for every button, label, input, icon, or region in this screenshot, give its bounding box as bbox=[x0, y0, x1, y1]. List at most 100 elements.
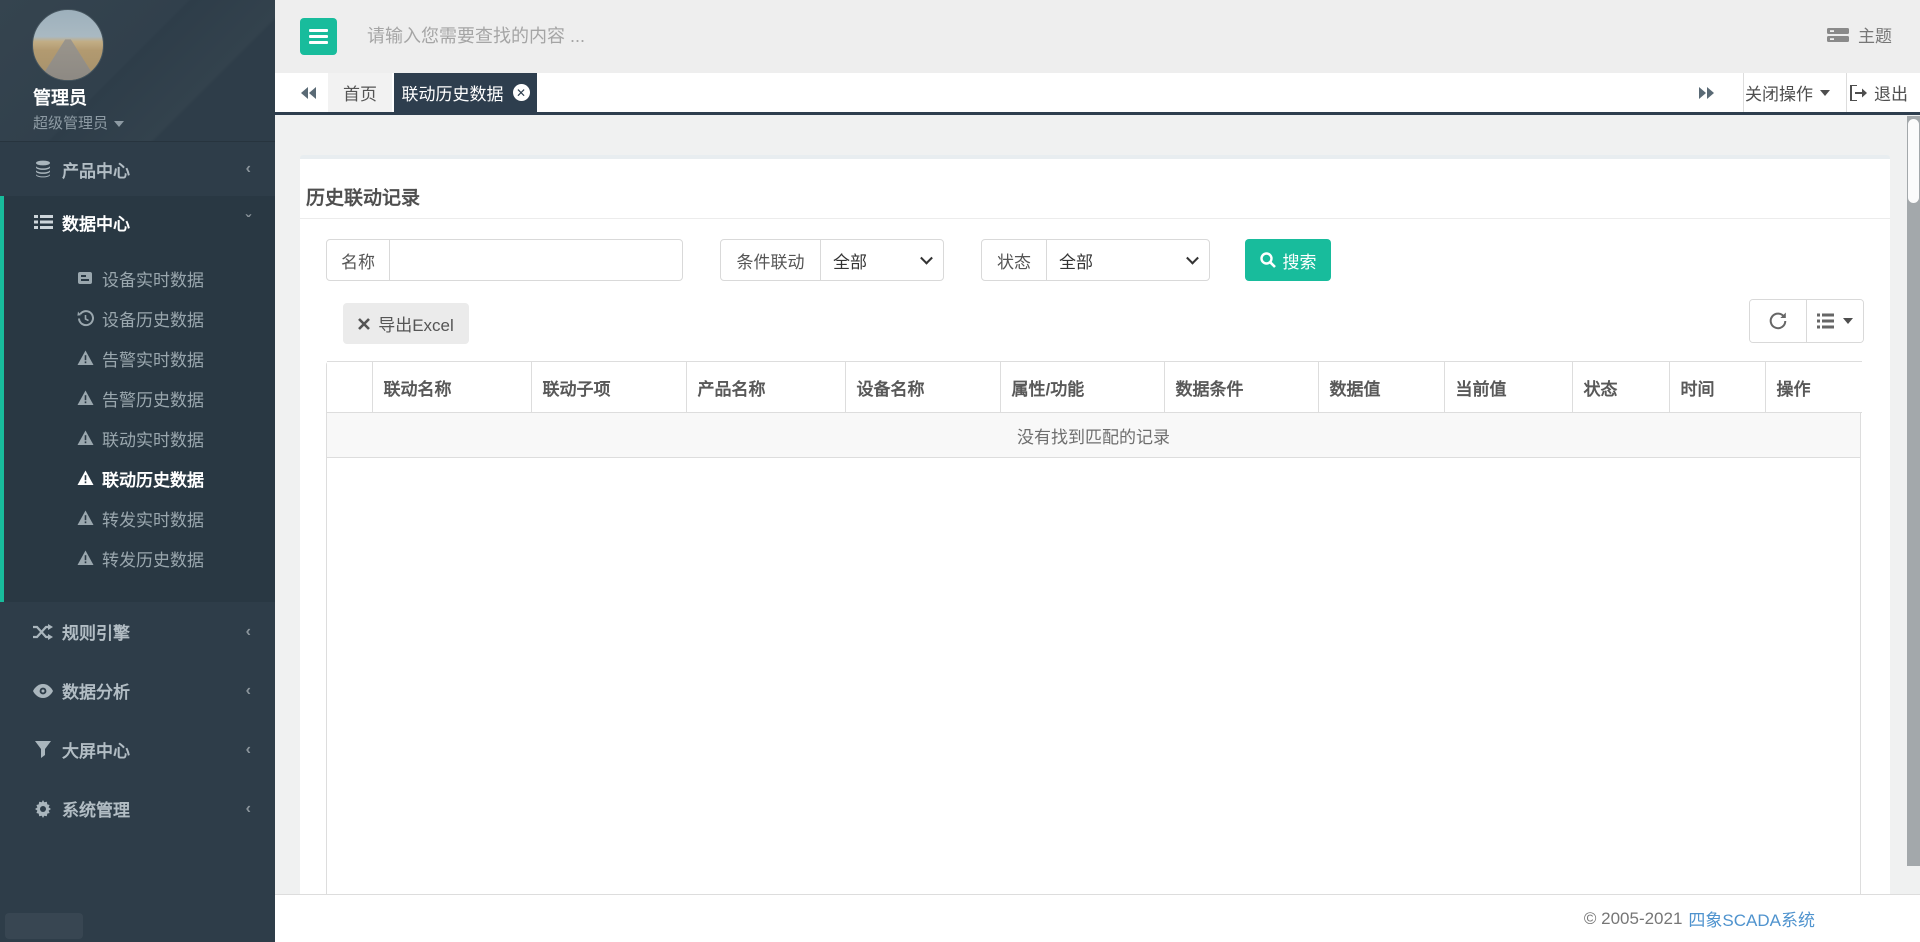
copyright-text: © 2005-2021 bbox=[1584, 909, 1683, 929]
caret-down-icon bbox=[1820, 90, 1830, 96]
sidebar-item-label: 设备历史数据 bbox=[102, 306, 204, 331]
sidebar-item-label: 联动历史数据 bbox=[102, 466, 204, 491]
refresh-icon bbox=[1768, 311, 1788, 331]
sidebar-item-device-history[interactable]: 设备历史数据 bbox=[4, 298, 275, 338]
list-icon bbox=[33, 212, 53, 232]
condition-select[interactable]: 全部 bbox=[821, 240, 943, 280]
sidebar-item-device-realtime[interactable]: 设备实时数据 bbox=[4, 258, 275, 298]
sidebar-item-data-center[interactable]: 数据中心 ˇ bbox=[4, 196, 275, 248]
tab-bar: 首页 联动历史数据 ✕ 关闭操作 退出 bbox=[275, 73, 1920, 115]
linkage-history-card: 历史联动记录 名称 条件联动 全部 状态 全 bbox=[300, 155, 1890, 894]
tabs-scroll-left-button[interactable] bbox=[289, 73, 329, 112]
name-label: 名称 bbox=[327, 240, 390, 280]
vertical-scrollbar[interactable] bbox=[1907, 116, 1920, 866]
column-header[interactable]: 数据值 bbox=[1318, 362, 1444, 413]
sidebar-item-label: 产品中心 bbox=[62, 157, 130, 182]
sidebar-item-data-analysis[interactable]: 数据分析 ‹ bbox=[0, 661, 275, 720]
sidebar-item-label: 告警历史数据 bbox=[102, 386, 204, 411]
warning-icon bbox=[76, 349, 94, 367]
column-header[interactable]: 属性/功能 bbox=[1000, 362, 1164, 413]
global-search-input[interactable] bbox=[367, 16, 1067, 56]
name-input[interactable] bbox=[390, 240, 682, 280]
sidebar-item-label: 大屏中心 bbox=[62, 737, 130, 762]
close-x-icon bbox=[358, 318, 370, 330]
list-columns-icon bbox=[1817, 313, 1837, 329]
sidebar-item-rule-engine[interactable]: 规则引擎 ‹ bbox=[0, 602, 275, 661]
sidebar-item-linkage-realtime[interactable]: 联动实时数据 bbox=[4, 418, 275, 458]
user-role-label: 超级管理员 bbox=[33, 115, 108, 132]
sidebar-item-alarm-realtime[interactable]: 告警实时数据 bbox=[4, 338, 275, 378]
search-button[interactable]: 搜索 bbox=[1245, 239, 1331, 281]
chevron-left-icon: ‹ bbox=[246, 682, 251, 700]
sidebar: 管理员 超级管理员 产品中心 ‹ bbox=[0, 0, 275, 942]
chevron-down-icon: ˇ bbox=[246, 213, 251, 231]
warning-icon bbox=[76, 469, 94, 487]
tabbar-separator bbox=[1846, 73, 1847, 112]
sidebar-item-forward-realtime[interactable]: 转发实时数据 bbox=[4, 498, 275, 538]
refresh-button[interactable] bbox=[1750, 300, 1806, 342]
column-header[interactable]: 数据条件 bbox=[1164, 362, 1318, 413]
sidebar-item-forward-history[interactable]: 转发历史数据 bbox=[4, 538, 275, 578]
brand-link[interactable]: 四象SCADA系统 bbox=[1688, 906, 1815, 931]
status-select[interactable]: 全部 bbox=[1047, 240, 1209, 280]
tab-home[interactable]: 首页 bbox=[328, 73, 392, 112]
history-icon bbox=[76, 309, 94, 327]
sidebar-item-bigscreen-center[interactable]: 大屏中心 ‹ bbox=[0, 720, 275, 779]
sidebar-item-system-management[interactable]: 系统管理 ‹ bbox=[0, 779, 275, 838]
column-header[interactable]: 时间 bbox=[1669, 362, 1765, 413]
theme-label: 主题 bbox=[1858, 22, 1892, 47]
tabbar-separator bbox=[1743, 73, 1744, 112]
tabs-scroll-right-button[interactable] bbox=[1686, 73, 1726, 112]
column-header[interactable]: 产品名称 bbox=[686, 362, 845, 413]
sidebar-item-label: 转发历史数据 bbox=[102, 546, 204, 571]
column-header[interactable]: 设备名称 bbox=[845, 362, 1000, 413]
logout-label: 退出 bbox=[1874, 80, 1908, 105]
chevron-left-icon: ‹ bbox=[246, 623, 251, 641]
logout-button[interactable]: 退出 bbox=[1850, 73, 1908, 112]
warning-icon bbox=[76, 389, 94, 407]
warning-icon bbox=[76, 429, 94, 447]
sidebar-item-product-center[interactable]: 产品中心 ‹ bbox=[0, 142, 275, 196]
user-name: 管理员 bbox=[33, 84, 87, 110]
caret-down-icon bbox=[114, 121, 124, 127]
status-selected-value: 全部 bbox=[1059, 248, 1093, 273]
sidebar-group-data-center: 数据中心 ˇ 设备实时数据 bbox=[0, 196, 275, 602]
warning-icon bbox=[76, 549, 94, 567]
sidebar-user-panel: 管理员 超级管理员 bbox=[0, 0, 275, 142]
sidebar-item-label: 设备实时数据 bbox=[102, 266, 204, 291]
search-icon bbox=[1260, 252, 1276, 268]
theme-icon bbox=[1827, 27, 1849, 43]
sidebar-item-alarm-history[interactable]: 告警历史数据 bbox=[4, 378, 275, 418]
close-operations-label: 关闭操作 bbox=[1745, 80, 1813, 105]
table-toolbar bbox=[1749, 299, 1864, 343]
theme-button[interactable]: 主题 bbox=[1827, 22, 1892, 47]
columns-dropdown-button[interactable] bbox=[1806, 300, 1863, 342]
search-form: 名称 条件联动 全部 状态 全部 bbox=[300, 239, 1890, 281]
tab-linkage-history[interactable]: 联动历史数据 ✕ bbox=[394, 73, 537, 112]
condition-selected-value: 全部 bbox=[833, 248, 867, 273]
column-header[interactable]: 联动名称 bbox=[372, 362, 531, 413]
column-header[interactable]: 当前值 bbox=[1444, 362, 1572, 413]
page-footer: © 2005-2021 四象SCADA系统 bbox=[275, 894, 1920, 942]
condition-group: 条件联动 全部 bbox=[720, 239, 944, 281]
avatar bbox=[32, 9, 104, 81]
close-operations-dropdown[interactable]: 关闭操作 bbox=[1745, 73, 1830, 112]
name-input-group: 名称 bbox=[326, 239, 683, 281]
export-excel-button[interactable]: 导出Excel bbox=[343, 303, 469, 344]
sidebar-item-linkage-history[interactable]: 联动历史数据 bbox=[4, 458, 275, 498]
column-header[interactable]: 状态 bbox=[1572, 362, 1669, 413]
column-header[interactable]: 操作 bbox=[1765, 362, 1862, 413]
column-header[interactable]: 联动子项 bbox=[531, 362, 686, 413]
table-header-row: 联动名称 联动子项 产品名称 设备名称 属性/功能 数据条件 数据值 当前值 状… bbox=[327, 362, 1862, 413]
sidebar-toggle-button[interactable] bbox=[300, 18, 337, 55]
scrollbar-thumb[interactable] bbox=[1908, 119, 1919, 203]
user-role-dropdown[interactable]: 超级管理员 bbox=[33, 112, 124, 133]
logout-icon bbox=[1850, 85, 1867, 101]
condition-label: 条件联动 bbox=[721, 240, 821, 280]
sidebar-submenu: 设备实时数据 设备历史数据 bbox=[4, 248, 275, 602]
warning-icon bbox=[76, 509, 94, 527]
tab-label: 首页 bbox=[343, 80, 377, 105]
no-records-row: 没有找到匹配的记录 bbox=[327, 413, 1860, 458]
tab-close-icon[interactable]: ✕ bbox=[513, 84, 530, 101]
panel-icon bbox=[76, 269, 94, 287]
